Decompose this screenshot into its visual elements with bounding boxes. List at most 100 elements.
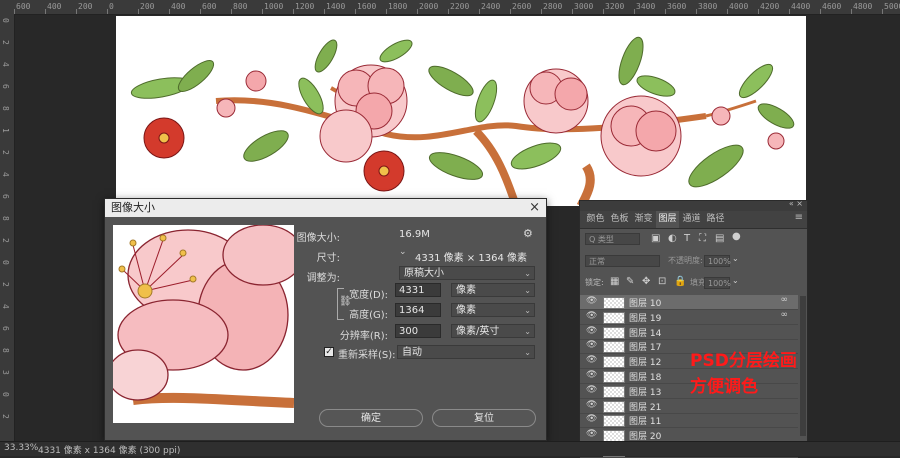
lock-all-icon[interactable]: 🔒: [674, 276, 686, 287]
tab-4[interactable]: 通道: [680, 211, 703, 228]
ruler-tick-label: 5000: [884, 2, 900, 11]
eye-icon[interactable]: 👁: [586, 340, 597, 350]
blend-mode-select[interactable]: 正常: [585, 255, 660, 267]
ruler-tick-mark: [479, 9, 480, 14]
resample-select[interactable]: 自动 ⌄: [397, 345, 535, 359]
eye-icon[interactable]: 👁: [586, 400, 597, 410]
lock-position-icon[interactable]: ✥: [642, 276, 650, 287]
layer-row[interactable]: 👁 图层 18: [580, 369, 798, 384]
width-input[interactable]: 4331: [395, 283, 441, 297]
eye-icon[interactable]: 👁: [586, 296, 597, 306]
ruler-tick-label: 8: [1, 216, 10, 221]
layer-row[interactable]: 👁 图层 21: [580, 399, 798, 414]
fit-to-value: 原稿大小: [404, 268, 444, 279]
ruler-tick-label: 3200: [605, 2, 625, 11]
opacity-input[interactable]: 100%: [704, 255, 731, 267]
overlay-caption-line1: PSD分层绘画: [690, 351, 797, 371]
ruler-tick-mark: [603, 9, 604, 14]
resample-checkbox[interactable]: ✓: [324, 347, 334, 357]
filter-toggle-icon[interactable]: ●: [732, 231, 741, 242]
eye-icon[interactable]: 👁: [586, 326, 597, 336]
fit-to-select[interactable]: 原稿大小 ⌄: [399, 266, 535, 280]
ruler-tick-label: 4800: [853, 2, 873, 11]
shape-filter-icon[interactable]: ⛶: [699, 233, 706, 244]
resolution-label: 分辨率(R):: [339, 331, 388, 342]
link-icon: ∞: [780, 295, 789, 305]
chevron-down-icon[interactable]: ⌄: [732, 276, 739, 285]
collapse-icon[interactable]: « ×: [789, 199, 803, 208]
flower-illustration: [130, 36, 795, 206]
eye-icon[interactable]: 👁: [586, 370, 597, 380]
width-unit-select[interactable]: 像素 ⌄: [451, 283, 535, 297]
ruler-tick-label: 2400: [481, 2, 501, 11]
layer-name[interactable]: 图层 17: [629, 340, 661, 353]
close-icon[interactable]: ×: [529, 199, 540, 217]
layer-name[interactable]: 图层 14: [629, 326, 661, 339]
panel-header[interactable]: « ×: [580, 199, 807, 211]
lock-transparent-icon[interactable]: ▦: [610, 276, 619, 287]
overlay-caption-line2: 方便调色: [690, 377, 758, 397]
layer-thumbnail: [603, 385, 625, 398]
ruler-tick-mark: [820, 9, 821, 14]
lock-artboard-icon[interactable]: ⊡: [658, 276, 666, 287]
ruler-tick-label: 0: [1, 260, 10, 265]
layer-name[interactable]: 图层 12: [629, 355, 661, 368]
tab-5[interactable]: 路径: [704, 211, 727, 228]
layer-name[interactable]: 图层 21: [629, 400, 661, 413]
layer-name[interactable]: 图层 10: [629, 296, 661, 309]
document-info[interactable]: 4331 像素 x 1364 像素 (300 ppi): [38, 443, 180, 456]
ok-button[interactable]: 确定: [319, 409, 423, 427]
layer-name[interactable]: 图层 18: [629, 370, 661, 383]
image-filter-icon[interactable]: ▣: [651, 233, 660, 244]
height-unit-select[interactable]: 像素 ⌄: [451, 303, 535, 317]
ruler-tick-mark: [355, 9, 356, 14]
ruler-tick-mark: [417, 9, 418, 14]
panel-menu-icon[interactable]: ≡: [795, 212, 803, 223]
adjustment-filter-icon[interactable]: ◐: [668, 233, 677, 244]
layer-list-scrollbar[interactable]: [800, 296, 806, 436]
chevron-down-icon: ⌄: [524, 286, 531, 295]
ruler-tick-label: 400: [171, 2, 186, 11]
type-filter-icon[interactable]: T: [684, 233, 690, 244]
gear-icon[interactable]: ⚙: [523, 227, 533, 240]
resample-value: 自动: [402, 347, 422, 358]
tab-2[interactable]: 渐变: [632, 211, 655, 228]
ruler-tick-label: 3600: [667, 2, 687, 11]
layer-name[interactable]: 图层 19: [629, 311, 661, 324]
eye-icon[interactable]: 👁: [586, 414, 597, 424]
blend-row: 正常 不透明度: 100% ⌄: [580, 251, 807, 269]
tab-3[interactable]: 图层: [656, 211, 679, 228]
layer-row[interactable]: 👁 图层 11: [580, 413, 798, 429]
horizontal-ruler: 600 400 200 0 200 400 600 800 1000 1200 1400 1600 18…: [0, 0, 900, 15]
lock-brush-icon[interactable]: ✎: [626, 276, 634, 287]
dimensions-value: 4331 像素 × 1364 像素: [415, 253, 527, 264]
resolution-unit-select[interactable]: 像素/英寸 ⌄: [451, 324, 535, 338]
height-input[interactable]: 1364: [395, 303, 441, 317]
zoom-level[interactable]: 33.33%: [4, 443, 38, 453]
layer-row[interactable]: 👁 图层 13: [580, 384, 798, 399]
layer-row[interactable]: 👁 图层 19 ∞: [580, 310, 798, 325]
artwork-canvas[interactable]: [116, 16, 806, 206]
resolution-input[interactable]: 300: [395, 324, 441, 338]
eye-icon[interactable]: 👁: [586, 385, 597, 395]
tab-0[interactable]: 颜色: [584, 211, 607, 228]
chevron-down-icon[interactable]: ⌄: [732, 254, 739, 263]
dialog-title-bar[interactable]: 图像大小 ×: [105, 199, 546, 217]
fill-input[interactable]: 100%: [704, 277, 731, 289]
layer-filter-select[interactable]: Q 类型: [585, 233, 640, 245]
status-menu-icon[interactable]: ›: [148, 443, 152, 453]
reset-button[interactable]: 复位: [432, 409, 536, 427]
layer-filter-row: Q 类型 ▣ ◐ T ⛶ ▤ ●: [580, 230, 807, 248]
layer-row[interactable]: 👁 图层 14: [580, 325, 798, 340]
layer-name[interactable]: 图层 11: [629, 414, 661, 427]
layer-name[interactable]: 图层 13: [629, 385, 661, 398]
smart-object-filter-icon[interactable]: ▤: [715, 233, 724, 244]
layer-thumbnail: [603, 326, 625, 339]
dimensions-dropdown-icon[interactable]: ⌄: [399, 247, 407, 257]
eye-icon[interactable]: 👁: [586, 311, 597, 321]
tab-1[interactable]: 色板: [608, 211, 631, 228]
eye-icon[interactable]: 👁: [586, 429, 597, 439]
ruler-tick-mark: [727, 9, 728, 14]
eye-icon[interactable]: 👁: [586, 355, 597, 365]
layer-row[interactable]: 👁 图层 10 ∞: [580, 295, 798, 310]
